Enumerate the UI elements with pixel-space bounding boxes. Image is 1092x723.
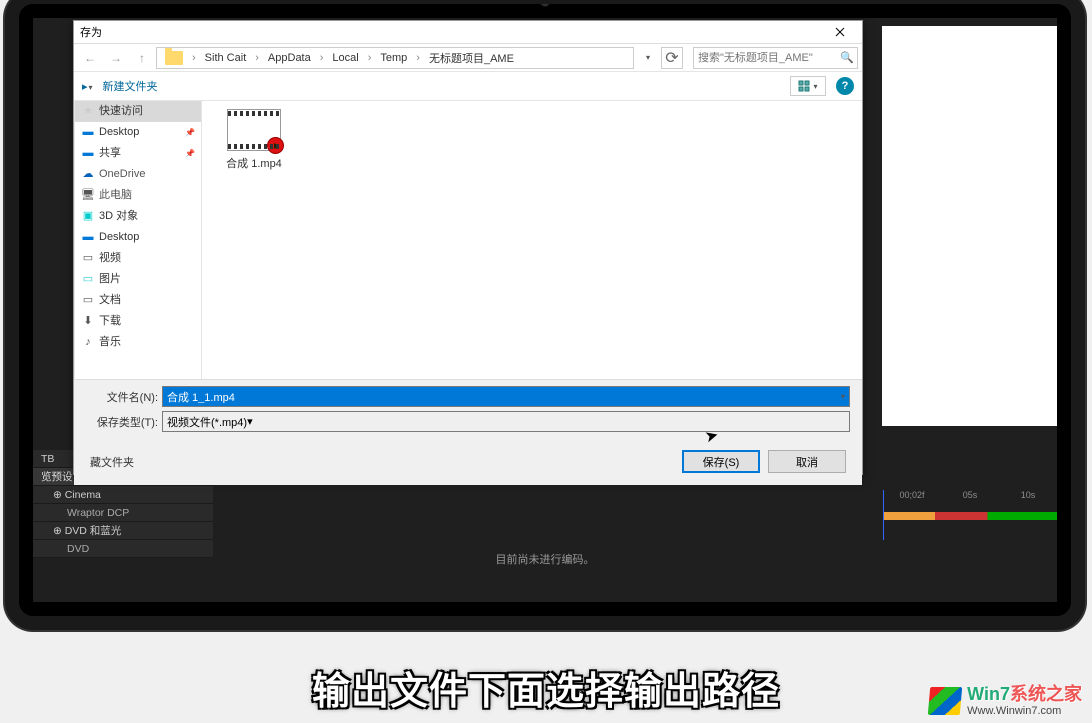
breadcrumb-dropdown[interactable]: ▾ <box>636 46 660 70</box>
search-box[interactable]: 🔍 <box>693 47 858 69</box>
breadcrumb-segment[interactable]: 无标题项目_AME <box>425 48 518 68</box>
sidebar-share[interactable]: ▬共享📌 <box>75 143 201 164</box>
help-button[interactable]: ? <box>836 77 854 95</box>
downloads-icon: ⬇ <box>81 316 95 328</box>
search-input[interactable] <box>698 52 840 64</box>
timeline-tick: 10s <box>999 490 1057 510</box>
close-button[interactable] <box>820 21 860 43</box>
timeline-playhead[interactable] <box>883 490 884 540</box>
new-folder-button[interactable]: 新建文件夹 <box>103 78 158 94</box>
filetype-label: 保存类型(T): <box>86 414 158 430</box>
preset-item[interactable]: DVD <box>33 540 213 558</box>
laptop-bezel: 00;02f 05s 10s TB 览预设 ⊕ Cinema Wraptor D… <box>5 0 1085 630</box>
breadcrumb-segment[interactable]: Temp <box>376 50 411 66</box>
save-button[interactable]: 保存(S) <box>682 450 760 473</box>
desktop-icon: ▬ <box>81 232 95 244</box>
preset-item[interactable]: Wraptor DCP <box>33 504 213 522</box>
chevron-down-icon: ▾ <box>813 82 817 91</box>
sidebar-documents[interactable]: ▭文档 <box>75 290 201 311</box>
pin-icon: 📌 <box>185 143 195 164</box>
screen: 00;02f 05s 10s TB 览预设 ⊕ Cinema Wraptor D… <box>33 18 1057 602</box>
search-icon: 🔍 <box>840 51 854 64</box>
sidebar-onedrive[interactable]: ☁OneDrive <box>75 164 201 185</box>
sidebar-downloads[interactable]: ⬇下载 <box>75 311 201 332</box>
sidebar-quick-access[interactable]: ★快速访问 <box>75 101 201 122</box>
sidebar-pictures[interactable]: ▭图片 <box>75 269 201 290</box>
filename-field[interactable] <box>167 391 845 403</box>
sidebar-videos[interactable]: ▭视频 <box>75 248 201 269</box>
refresh-button[interactable]: ⟳ <box>661 47 683 69</box>
filename-input[interactable]: ▾ <box>162 386 850 407</box>
preset-category[interactable]: ⊕ DVD 和蓝光 <box>33 522 213 540</box>
timeline-tick: 00;02f <box>883 490 941 510</box>
organize-menu[interactable]: ▸▾ <box>82 80 93 93</box>
desktop-icon: ▬ <box>81 127 95 139</box>
view-icon <box>798 80 810 92</box>
folder-icon <box>165 51 183 65</box>
timeline-track[interactable] <box>883 512 1057 520</box>
dialog-title: 存为 <box>76 24 820 40</box>
music-icon: ♪ <box>81 337 95 349</box>
3d-icon: ▣ <box>81 211 95 223</box>
pictures-icon: ▭ <box>81 274 95 286</box>
dialog-titlebar[interactable]: 存为 <box>74 21 862 43</box>
file-name-label: 合成 1.mp4 <box>226 155 282 171</box>
sidebar-this-pc[interactable]: 🖥此电脑 <box>75 185 201 206</box>
documents-icon: ▭ <box>81 295 95 307</box>
file-item[interactable]: 合成 1.mp4 <box>214 109 294 171</box>
address-bar: ← → ↑ › Sith Cait › AppData › Local › Te… <box>74 43 862 71</box>
chevron-down-icon[interactable]: ▾ <box>841 392 845 401</box>
chevron-right-icon: › <box>364 50 376 66</box>
preview-pane <box>882 26 1057 426</box>
onedrive-icon: ☁ <box>81 169 95 181</box>
timeline-tick: 05s <box>941 490 999 510</box>
watermark-title: Win7系统之家 <box>967 685 1082 705</box>
nav-up-button[interactable]: ↑ <box>130 46 154 70</box>
star-icon: ★ <box>81 106 95 118</box>
sidebar-desktop[interactable]: ▬Desktop📌 <box>75 122 201 143</box>
sidebar-desktop2[interactable]: ▬Desktop <box>75 227 201 248</box>
close-icon <box>835 27 845 37</box>
video-thumbnail-icon <box>227 109 281 151</box>
breadcrumb-segment[interactable]: Sith Cait <box>201 50 251 66</box>
breadcrumb-segment[interactable]: AppData <box>264 50 315 66</box>
sidebar-3d-objects[interactable]: ▣3D 对象 <box>75 206 201 227</box>
dialog-toolbar: ▸▾ 新建文件夹 ▾ ? <box>74 71 862 101</box>
button-area: 藏文件夹 保存(S) 取消 <box>74 440 862 485</box>
nav-back-button[interactable]: ← <box>78 46 102 70</box>
chevron-right-icon: › <box>316 50 328 66</box>
breadcrumb-segment[interactable]: Local <box>328 50 362 66</box>
pin-icon: 📌 <box>185 122 195 143</box>
preset-category[interactable]: ⊕ Cinema <box>33 486 213 504</box>
share-icon: ▬ <box>81 148 95 160</box>
encoding-status-message: 目前尚未进行编码。 <box>496 551 595 567</box>
watermark: Win7系统之家 Www.Winwin7.com <box>929 685 1082 717</box>
chevron-right-icon: › <box>251 50 263 66</box>
file-list-area[interactable]: 合成 1.mp4 <box>202 101 862 379</box>
chevron-right-icon: › <box>412 50 424 66</box>
filetype-select[interactable]: 视频文件(*.mp4) ▾ <box>162 411 850 432</box>
play-badge-icon <box>267 137 284 154</box>
chevron-down-icon: ▾ <box>247 415 253 428</box>
navigation-sidebar: ★快速访问 ▬Desktop📌 ▬共享📌 ☁OneDrive 🖥此电脑 ▣3D … <box>74 101 202 379</box>
nav-forward-button: → <box>104 46 128 70</box>
chevron-right-icon: › <box>188 50 200 66</box>
save-as-dialog: 存为 ← → ↑ › Sith Cait › AppData › Local › <box>73 20 863 475</box>
timeline: 00;02f 05s 10s <box>883 490 1057 570</box>
video-icon: ▭ <box>81 253 95 265</box>
breadcrumb-path[interactable]: › Sith Cait › AppData › Local › Temp › 无… <box>156 47 634 69</box>
watermark-logo-icon <box>928 687 962 715</box>
filename-label: 文件名(N): <box>86 389 158 405</box>
hide-folders-toggle[interactable]: 藏文件夹 <box>90 454 134 470</box>
view-options-button[interactable]: ▾ <box>790 76 826 96</box>
form-area: 文件名(N): ▾ 保存类型(T): 视频文件(*.mp4) ▾ <box>74 379 862 440</box>
dialog-body: ★快速访问 ▬Desktop📌 ▬共享📌 ☁OneDrive 🖥此电脑 ▣3D … <box>74 101 862 379</box>
sidebar-music[interactable]: ♪音乐 <box>75 332 201 353</box>
pc-icon: 🖥 <box>81 190 95 202</box>
cancel-button[interactable]: 取消 <box>768 450 846 473</box>
watermark-url: Www.Winwin7.com <box>967 705 1082 717</box>
